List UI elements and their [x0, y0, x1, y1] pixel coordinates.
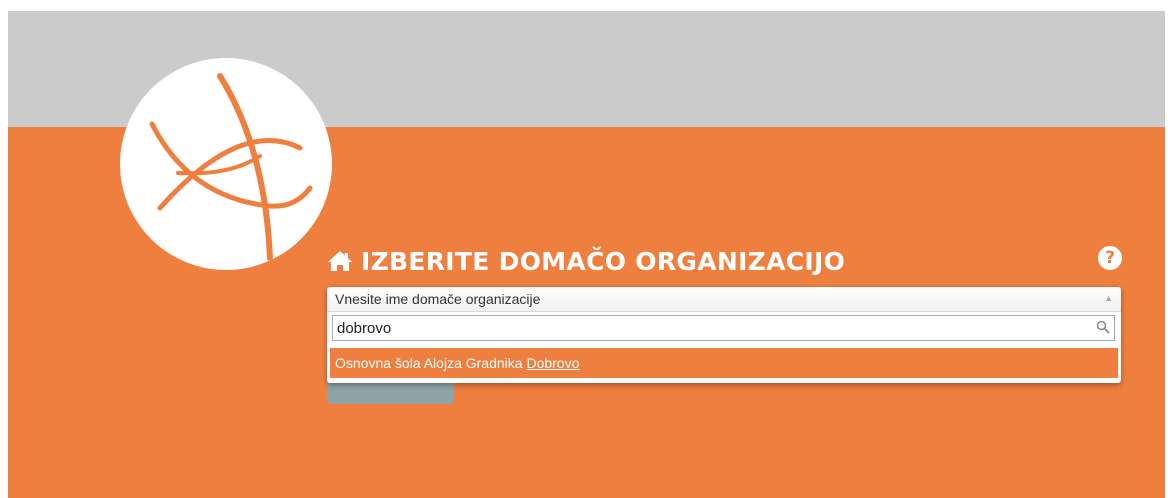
result-item[interactable]: Osnovna šola Alojza Gradnika Dobrovo [330, 348, 1118, 378]
caret-up-icon[interactable]: ▲ [1104, 293, 1113, 303]
page-title-text: IZBERITE DOMAČO ORGANIZACIJO [361, 246, 846, 276]
home-icon [327, 250, 353, 272]
result-item-prefix: Osnovna šola Alojza Gradnika [335, 355, 527, 371]
select-placeholder: Vnesite ime domače organizacije [335, 291, 541, 307]
logo [120, 58, 332, 270]
select-header[interactable]: Vnesite ime domače organizacije ▲ [327, 287, 1121, 312]
search-field[interactable] [332, 315, 1115, 341]
search-input[interactable] [333, 316, 1097, 340]
submit-button[interactable] [327, 380, 454, 404]
page-title: IZBERITE DOMAČO ORGANIZACIJO [327, 243, 845, 279]
question-circle-icon[interactable]: ? [1098, 246, 1122, 270]
search-icon [1096, 320, 1110, 334]
orbit-arcs-logo-icon [149, 73, 313, 261]
page: IZBERITE DOMAČO ORGANIZACIJO ? Vnesite i… [0, 0, 1173, 498]
result-item-match: Dobrovo [526, 355, 580, 371]
organization-select[interactable]: Vnesite ime domače organizacije ▲ Osnovn… [327, 287, 1121, 383]
